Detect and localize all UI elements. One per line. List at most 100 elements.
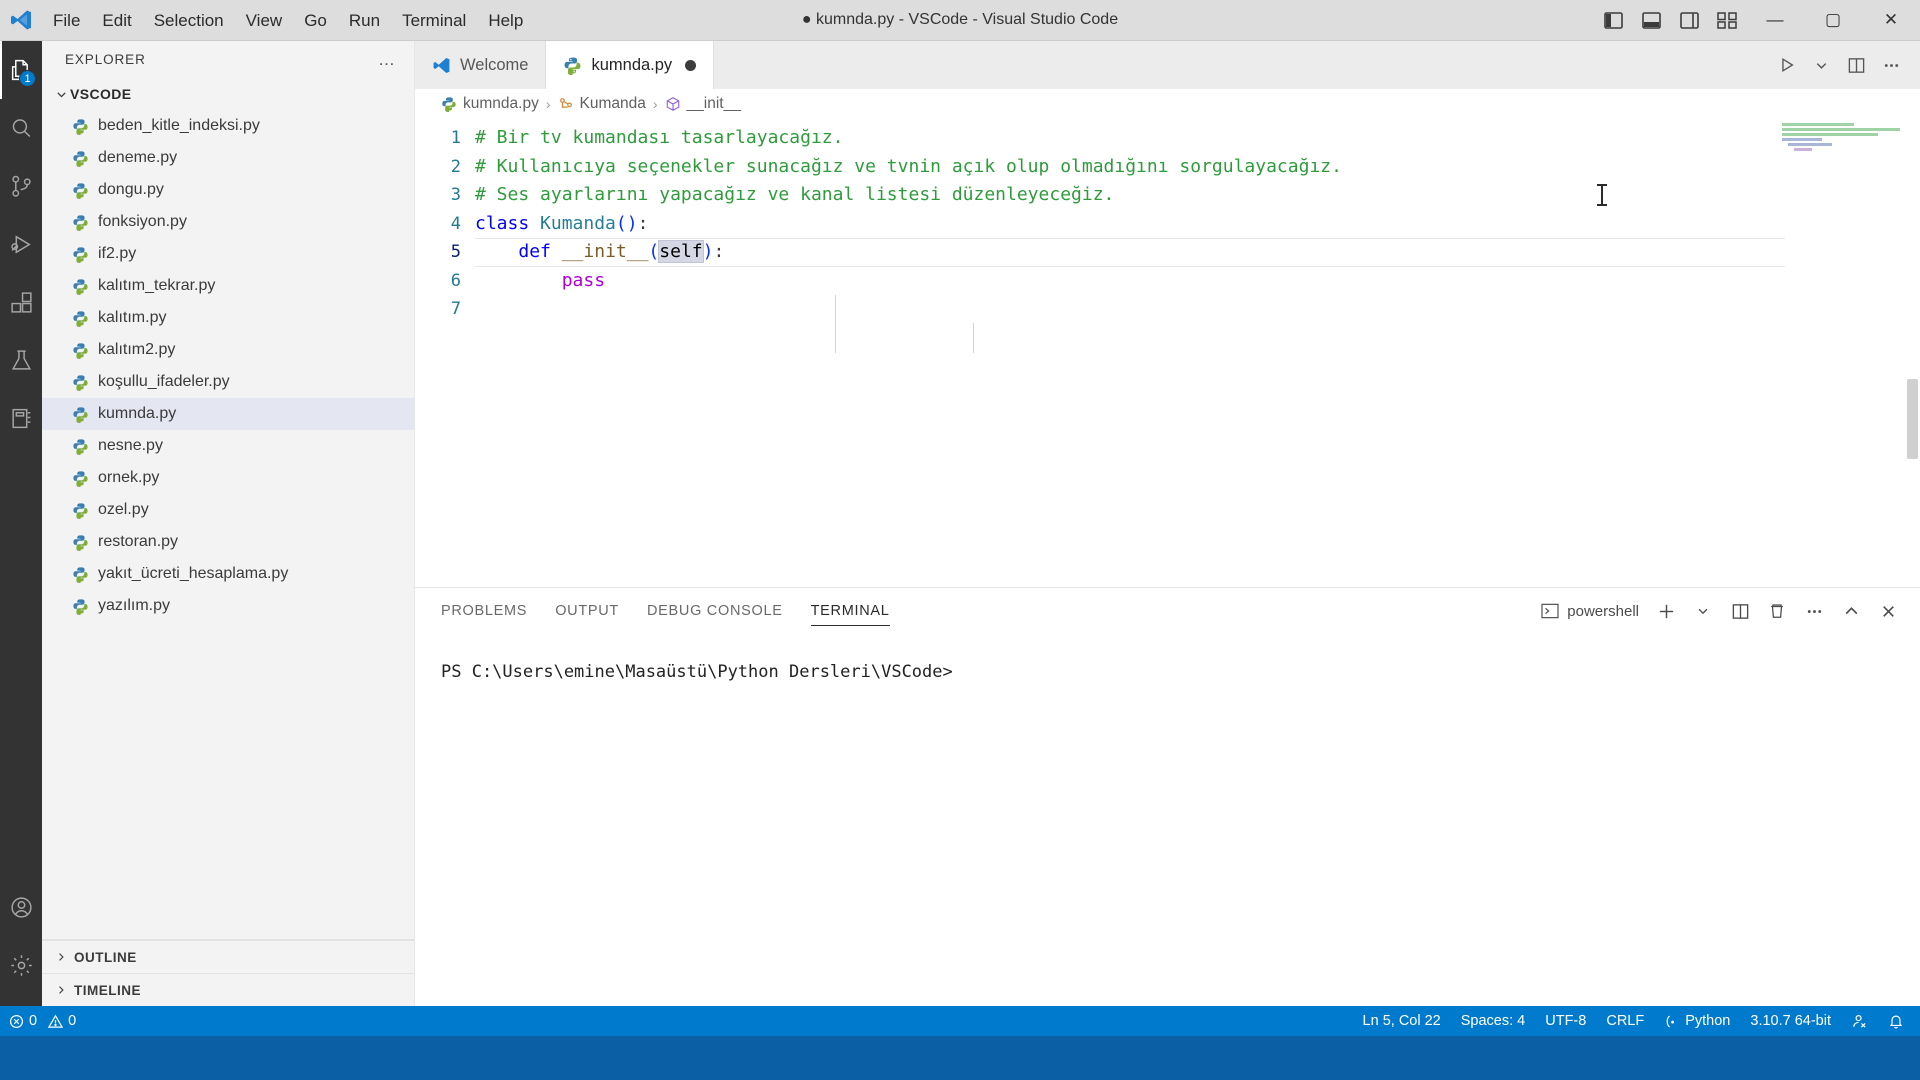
warning-count: 0 bbox=[68, 1013, 77, 1029]
status-bar: 0 0 Ln 5, Col 22 Spaces: 4 UTF-8 CRLF Py… bbox=[0, 1006, 1920, 1036]
file-list-item[interactable]: beden_kitle_indeksi.py bbox=[42, 110, 414, 142]
editor-scrollbar-thumb[interactable] bbox=[1907, 379, 1918, 459]
split-editor-icon[interactable] bbox=[1840, 41, 1873, 89]
breadcrumb-item-class[interactable]: Kumanda bbox=[558, 95, 646, 113]
activity-item-accounts[interactable] bbox=[0, 878, 42, 936]
customize-layout-icon[interactable] bbox=[1708, 0, 1746, 41]
sidebar-section-timeline[interactable]: TIMELINE bbox=[42, 973, 414, 1006]
file-list-item[interactable]: dongu.py bbox=[42, 174, 414, 206]
bell-icon[interactable] bbox=[1878, 1006, 1914, 1036]
window-minimize-button[interactable]: — bbox=[1746, 0, 1804, 41]
status-problems[interactable]: 0 0 bbox=[7, 1006, 86, 1036]
new-terminal-icon[interactable] bbox=[1650, 588, 1682, 634]
editor-actions bbox=[1770, 41, 1920, 89]
menu-terminal[interactable]: Terminal bbox=[391, 0, 477, 41]
panel-tab-output[interactable]: OUTPUT bbox=[555, 588, 619, 634]
status-python-interpreter[interactable]: 3.10.7 64-bit bbox=[1740, 1006, 1841, 1036]
tab-kumnda-py[interactable]: kumnda.py bbox=[546, 41, 715, 89]
terminal-output[interactable]: PS C:\Users\emine\Masaüstü\Python Dersle… bbox=[415, 634, 1920, 1006]
file-list-item[interactable]: fonksiyon.py bbox=[42, 206, 414, 238]
status-language-mode[interactable]: Python bbox=[1654, 1006, 1740, 1036]
python-icon bbox=[72, 598, 89, 615]
run-python-file-icon[interactable] bbox=[1770, 41, 1803, 89]
panel-bottom-icon[interactable] bbox=[1632, 0, 1670, 41]
window-maximize-button[interactable]: ▢ bbox=[1804, 0, 1862, 41]
menu-selection[interactable]: Selection bbox=[143, 0, 235, 41]
editor-scrollbar[interactable] bbox=[1904, 119, 1920, 587]
python-icon bbox=[72, 118, 89, 135]
more-actions-icon[interactable] bbox=[1798, 588, 1830, 634]
file-list-item[interactable]: kalıtım_tekrar.py bbox=[42, 270, 414, 302]
breadcrumb-item-file[interactable]: kumnda.py bbox=[441, 95, 539, 113]
file-list-item[interactable]: kalıtım.py bbox=[42, 302, 414, 334]
file-list-item[interactable]: yakıt_ücreti_hesaplama.py bbox=[42, 558, 414, 590]
activity-item-explorer[interactable]: 1 bbox=[0, 41, 42, 99]
more-actions-icon[interactable] bbox=[1875, 41, 1908, 89]
panel-actions: powershell bbox=[1535, 588, 1920, 634]
window-close-button[interactable]: ✕ bbox=[1862, 0, 1920, 41]
file-name-label: koşullu_ifadeler.py bbox=[98, 373, 230, 390]
status-indentation[interactable]: Spaces: 4 bbox=[1451, 1006, 1536, 1036]
title-bar-right: — ▢ ✕ bbox=[1594, 0, 1920, 40]
tab-dirty-indicator[interactable] bbox=[685, 59, 697, 71]
file-list-item[interactable]: koşullu_ifadeler.py bbox=[42, 366, 414, 398]
class-icon bbox=[558, 96, 574, 112]
status-eol[interactable]: CRLF bbox=[1596, 1006, 1654, 1036]
bottom-panel: PROBLEMS OUTPUT DEBUG CONSOLE TERMINAL p… bbox=[415, 587, 1920, 1006]
remote-icon[interactable] bbox=[1841, 1006, 1878, 1036]
menu-edit[interactable]: Edit bbox=[91, 0, 142, 41]
activity-item-source-control[interactable] bbox=[0, 157, 42, 215]
terminal-shell-selector[interactable]: powershell bbox=[1535, 603, 1645, 620]
activity-item-extensions[interactable] bbox=[0, 273, 42, 331]
menu-go[interactable]: Go bbox=[293, 0, 338, 41]
split-terminal-icon[interactable] bbox=[1724, 588, 1756, 634]
menu-help[interactable]: Help bbox=[477, 0, 534, 41]
chevron-right-icon bbox=[52, 951, 70, 963]
chevron-down-icon[interactable] bbox=[1805, 41, 1838, 89]
python-icon bbox=[72, 406, 89, 423]
close-panel-icon[interactable] bbox=[1872, 588, 1904, 634]
explorer-folder-root[interactable]: VSCODE bbox=[42, 78, 414, 110]
python-icon bbox=[441, 96, 457, 112]
activity-item-manage-gear[interactable] bbox=[0, 936, 42, 994]
chevron-down-icon[interactable] bbox=[1687, 588, 1719, 634]
maximize-panel-icon[interactable] bbox=[1835, 588, 1867, 634]
panel-left-icon[interactable] bbox=[1594, 0, 1632, 41]
activity-item-testing[interactable] bbox=[0, 331, 42, 389]
file-list-item[interactable]: if2.py bbox=[42, 238, 414, 270]
panel-tab-terminal[interactable]: TERMINAL bbox=[810, 588, 890, 634]
sidebar-section-outline[interactable]: OUTLINE bbox=[42, 940, 414, 973]
activity-item-run-and-debug[interactable] bbox=[0, 215, 42, 273]
status-encoding[interactable]: UTF-8 bbox=[1535, 1006, 1596, 1036]
file-list-item[interactable]: deneme.py bbox=[42, 142, 414, 174]
sidebar-more-actions-icon[interactable]: … bbox=[372, 50, 402, 70]
activity-item-search[interactable] bbox=[0, 99, 42, 157]
file-name-label: yakıt_ücreti_hesaplama.py bbox=[98, 565, 289, 582]
vscode-logo-icon bbox=[432, 56, 451, 75]
menu-view[interactable]: View bbox=[235, 0, 294, 41]
breadcrumb-item-method[interactable]: __init__ bbox=[665, 95, 741, 113]
file-list-item[interactable]: kumnda.py bbox=[42, 398, 414, 430]
file-list-item[interactable]: ornek.py bbox=[42, 462, 414, 494]
tab-welcome[interactable]: Welcome bbox=[415, 41, 547, 89]
menu-file[interactable]: File bbox=[42, 0, 91, 41]
file-list-item[interactable]: restoran.py bbox=[42, 526, 414, 558]
tab-label: kumnda.py bbox=[591, 55, 673, 74]
file-list-item[interactable]: kalıtım2.py bbox=[42, 334, 414, 366]
file-list-item[interactable]: nesne.py bbox=[42, 430, 414, 462]
menu-run[interactable]: Run bbox=[338, 0, 391, 41]
code-editor[interactable]: 1 # Bir tv kumandası tasarlayacağız. 2 #… bbox=[415, 119, 1920, 587]
file-name-label: deneme.py bbox=[98, 149, 178, 166]
file-list-item[interactable]: ozel.py bbox=[42, 494, 414, 526]
breadcrumb-separator-icon: › bbox=[652, 96, 658, 112]
kill-terminal-icon[interactable] bbox=[1761, 588, 1793, 634]
panel-right-icon[interactable] bbox=[1670, 0, 1708, 41]
minimap-line bbox=[1782, 123, 1854, 126]
file-list-item[interactable]: yazılım.py bbox=[42, 590, 414, 622]
panel-tab-debug-console[interactable]: DEBUG CONSOLE bbox=[647, 588, 783, 634]
sidebar-header: EXPLORER … bbox=[42, 41, 414, 78]
panel-tab-problems[interactable]: PROBLEMS bbox=[441, 588, 527, 634]
activity-item-notebook[interactable] bbox=[0, 389, 42, 447]
minimap[interactable] bbox=[1782, 123, 1902, 153]
status-cursor-position[interactable]: Ln 5, Col 22 bbox=[1353, 1006, 1451, 1036]
